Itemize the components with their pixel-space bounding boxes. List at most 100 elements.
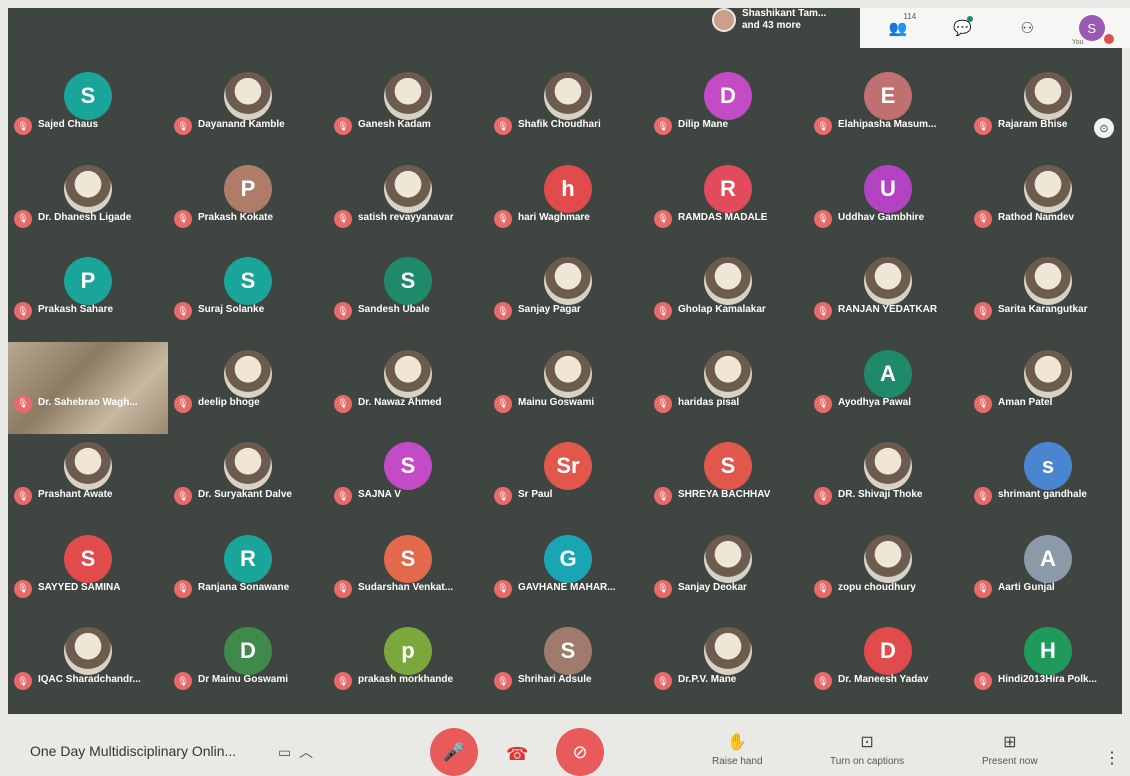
present-label: Present now (982, 756, 1038, 767)
people-button[interactable]: 👥 114 (878, 12, 918, 44)
mic-off-icon: 🎙 (334, 394, 352, 413)
participant-tile[interactable]: S 🎙 SAYYED SAMINA (8, 527, 168, 620)
participant-tile[interactable]: S 🎙 Sudarshan Venkat... (328, 527, 488, 620)
mic-off-icon: 🎙 (334, 579, 352, 598)
participant-name: Dr. Sahebrao Wagh... (38, 396, 138, 408)
mic-off-icon: 🎙 (974, 302, 992, 320)
participant-tile[interactable]: 🎙 deelip bhoge (168, 342, 328, 435)
participant-tile[interactable]: H 🎙 Hindi2013Hira Polk... (968, 619, 1128, 712)
avatar (224, 349, 272, 398)
participant-tile[interactable]: p 🎙 prakash morkhande (328, 619, 488, 712)
participant-tile[interactable]: S 🎙 Sajed Chaus (8, 64, 168, 157)
participant-tile[interactable]: 🎙 Ganesh Kadam (328, 64, 488, 157)
mic-off-icon: 🎙 (174, 117, 192, 135)
participant-tile[interactable]: U 🎙 Uddhav Gambhire (808, 157, 968, 250)
mic-toggle-button[interactable]: 🎤 (430, 728, 478, 776)
participant-tile[interactable]: 🎙 satish revayyanavar (328, 157, 488, 250)
participant-tile[interactable]: G 🎙 GAVHANE MAHAR... (488, 527, 648, 620)
mic-off-icon: 🎙 (14, 117, 32, 135)
people-icon: 👥 (888, 20, 908, 37)
mic-off-icon: 🎙 (334, 209, 352, 228)
captions-button[interactable]: ⊡ Turn on captions (830, 732, 904, 767)
participant-tile[interactable]: 🎙 Rajaram Bhise (968, 64, 1128, 157)
participant-tile[interactable]: 🎙 Dr.P.V. Mane (648, 619, 808, 712)
participant-tile[interactable]: S 🎙 Suraj Solanke (168, 249, 328, 342)
avatar: S (384, 534, 432, 583)
avatar (704, 349, 752, 398)
participant-tile[interactable]: 🎙 Sanjay Deokar (648, 527, 808, 620)
participant-tile[interactable]: S 🎙 Sandesh Ubale (328, 249, 488, 342)
avatar: s (1024, 442, 1072, 490)
mic-off-icon: 🎙 (14, 487, 32, 505)
mic-off-icon: 🎙 (654, 672, 672, 690)
pin-icon[interactable]: ⊙ (1094, 118, 1114, 138)
avatar: S (224, 257, 272, 305)
avatar (864, 442, 912, 490)
participant-tile[interactable]: 🎙 RANJAN YEDATKAR (808, 249, 968, 342)
avatar (224, 72, 272, 120)
summary-line-1: Shashikant Tam... (742, 8, 827, 19)
participant-tile[interactable]: D 🎙 Dilip Mane (648, 64, 808, 157)
present-now-button[interactable]: ⊞ Present now (982, 732, 1038, 767)
participant-tile[interactable]: E 🎙 Elahipasha Masum... (808, 64, 968, 157)
participant-video (8, 341, 168, 434)
avatar (544, 257, 592, 305)
participant-tile[interactable]: 🎙 DR. Shivaji Thoke (808, 434, 968, 527)
mic-off-icon: 🎙 (174, 672, 192, 690)
chat-button[interactable]: 💬 (943, 12, 983, 44)
raise-hand-button[interactable]: ✋ Raise hand (712, 732, 763, 767)
activities-button[interactable]: ⚇ (1007, 12, 1047, 44)
participant-tile[interactable]: Sr 🎙 Sr Paul (488, 434, 648, 527)
mic-off-icon: 🎙 (814, 672, 832, 690)
participant-tile[interactable]: 🎙 Rathod Namdev (968, 157, 1128, 250)
hangup-button[interactable]: ☎ (506, 744, 528, 765)
participant-tile[interactable]: 🎙 Shafik Choudhari (488, 64, 648, 157)
self-account[interactable]: S You (1072, 12, 1114, 46)
participant-tile[interactable]: s 🎙 shrimant gandhale (968, 434, 1128, 527)
participant-tile[interactable]: 🎙 Sarita Karangutkar (968, 249, 1128, 342)
participant-tile[interactable]: R 🎙 RAMDAS MADALE (648, 157, 808, 250)
camera-toggle-button[interactable]: ⊘ (556, 728, 604, 776)
meeting-title[interactable]: One Day Multidisciplinary Onlin... (30, 743, 236, 759)
participant-tile[interactable]: 🎙 IQAC Sharadchandr... (8, 619, 168, 712)
participant-tile[interactable]: 🎙 Gholap Kamalakar (648, 249, 808, 342)
participant-name: Dr. Maneesh Yadav (838, 674, 929, 685)
participant-tile[interactable]: h 🎙 hari Waghmare (488, 157, 648, 250)
participant-tile[interactable]: 🎙 Sanjay Pagar (488, 249, 648, 342)
more-vert-icon[interactable]: ⋮ (1104, 748, 1120, 768)
participant-name: Uddhav Gambhire (838, 211, 925, 223)
participant-tile[interactable]: 🎙 Mainu Goswami (488, 342, 648, 435)
participant-tile[interactable]: A 🎙 Ayodhya Pawal (808, 342, 968, 435)
participant-tile[interactable]: P 🎙 Prakash Sahare (8, 249, 168, 342)
participant-tile[interactable]: S 🎙 SHREYA BACHHAV (648, 434, 808, 527)
participant-tile[interactable]: 🎙 Dayanand Kamble (168, 64, 328, 157)
chat-notification-dot (966, 16, 973, 22)
participants-summary[interactable]: Shashikant Tam... and 43 more (712, 8, 826, 32)
participant-tile[interactable]: 🎙 Dr. Dhanesh Ligade (8, 157, 168, 250)
participant-tile[interactable]: D 🎙 Dr. Maneesh Yadav (808, 619, 968, 712)
participant-tile[interactable]: 🎙 Prashant Awate (8, 434, 168, 527)
participant-tile[interactable]: D 🎙 Dr Mainu Goswami (168, 619, 328, 712)
participant-tile[interactable]: 🎙 Dr. Nawaz Ahmed (328, 342, 488, 435)
participant-tile[interactable]: 🎙 Dr. Suryakant Dalve (168, 434, 328, 527)
participant-tile[interactable]: R 🎙 Ranjana Sonawane (168, 527, 328, 620)
mic-off-icon: 🎙 (654, 487, 672, 505)
mic-off-icon: 🎙 (814, 209, 832, 228)
raise-hand-label: Raise hand (712, 756, 763, 767)
mic-off-icon: 🎙 (814, 302, 832, 320)
summary-line-2: and 43 more (742, 20, 801, 31)
participant-tile[interactable]: S 🎙 SAJNA V (328, 434, 488, 527)
participant-tile[interactable]: 🎙 zopu choudhury (808, 527, 968, 620)
mic-off-icon: 🎙 (494, 302, 512, 320)
participant-tile[interactable]: P 🎙 Prakash Kokate (168, 157, 328, 250)
participant-name: Hindi2013Hira Polk... (998, 674, 1097, 685)
participant-tile[interactable]: 🎙 haridas pisal (648, 342, 808, 435)
meeting-details-toggle[interactable]: ▭ ︿ (278, 742, 313, 762)
participant-tile[interactable]: 🎙 Aman Patel (968, 342, 1128, 435)
mic-off-icon: 🎙 (654, 579, 672, 598)
participant-tile[interactable]: A 🎙 Aarti Gunjal (968, 527, 1128, 620)
mic-off-icon: 🎙 (494, 117, 512, 135)
participant-tile[interactable]: 🎙 Dr. Sahebrao Wagh... (8, 341, 168, 435)
participant-tile[interactable]: S 🎙 Shrihari Adsule (488, 619, 648, 712)
avatar (1024, 257, 1072, 305)
